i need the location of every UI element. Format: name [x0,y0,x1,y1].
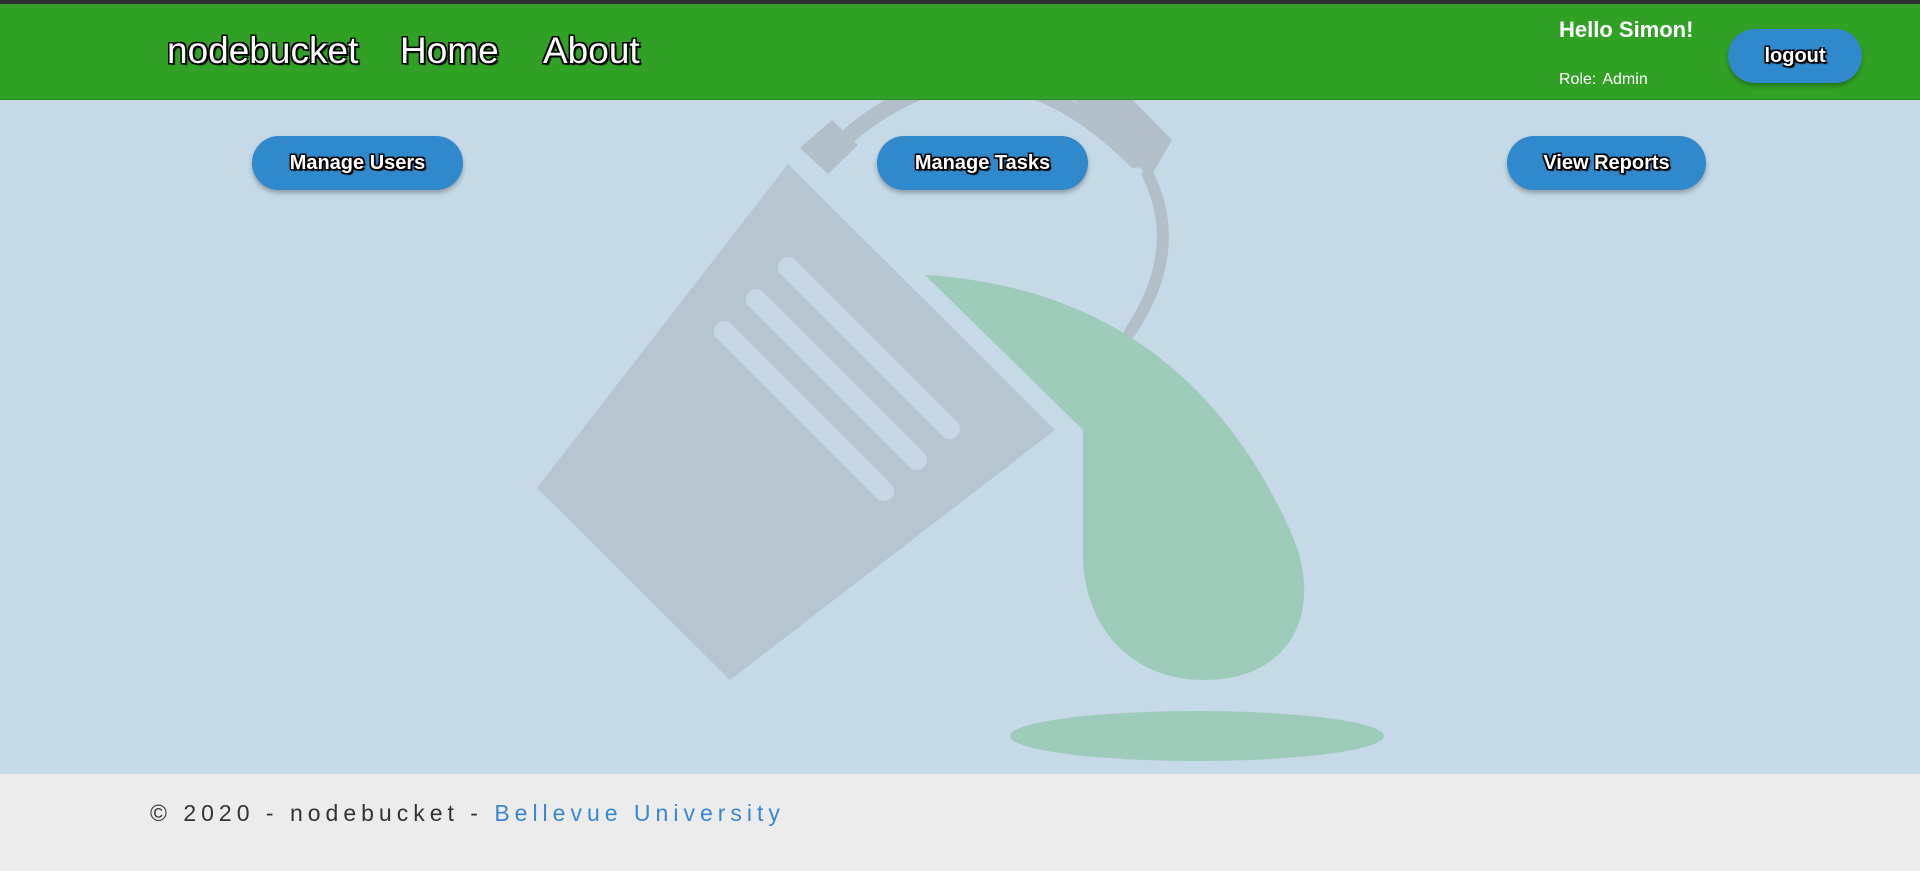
top-navbar: nodebucket Home About Hello Simon! Role:… [0,4,1920,100]
user-greeting: Hello Simon! [1559,17,1694,42]
user-role-value: Admin [1602,71,1648,88]
bellevue-university-link[interactable]: Bellevue University [494,800,785,826]
footer-copyright: © 2020 - nodebucket - [150,800,495,826]
manage-tasks-button[interactable]: Manage Tasks [877,136,1088,190]
nav-about-link[interactable]: About [543,29,640,73]
footer-text: © 2020 - nodebucket - Bellevue Universit… [150,798,785,828]
view-reports-button[interactable]: View Reports [1507,136,1706,190]
paint-bucket-illustration-icon [537,100,1384,761]
user-role: Role: Admin [1559,70,1648,90]
brand-link[interactable]: nodebucket [167,29,358,73]
user-role-label: Role: [1559,71,1597,88]
nav-home-link[interactable]: Home [400,29,499,73]
logout-button[interactable]: logout [1728,29,1862,83]
manage-users-button[interactable]: Manage Users [252,136,463,190]
page-footer: © 2020 - nodebucket - Bellevue Universit… [0,774,1920,871]
